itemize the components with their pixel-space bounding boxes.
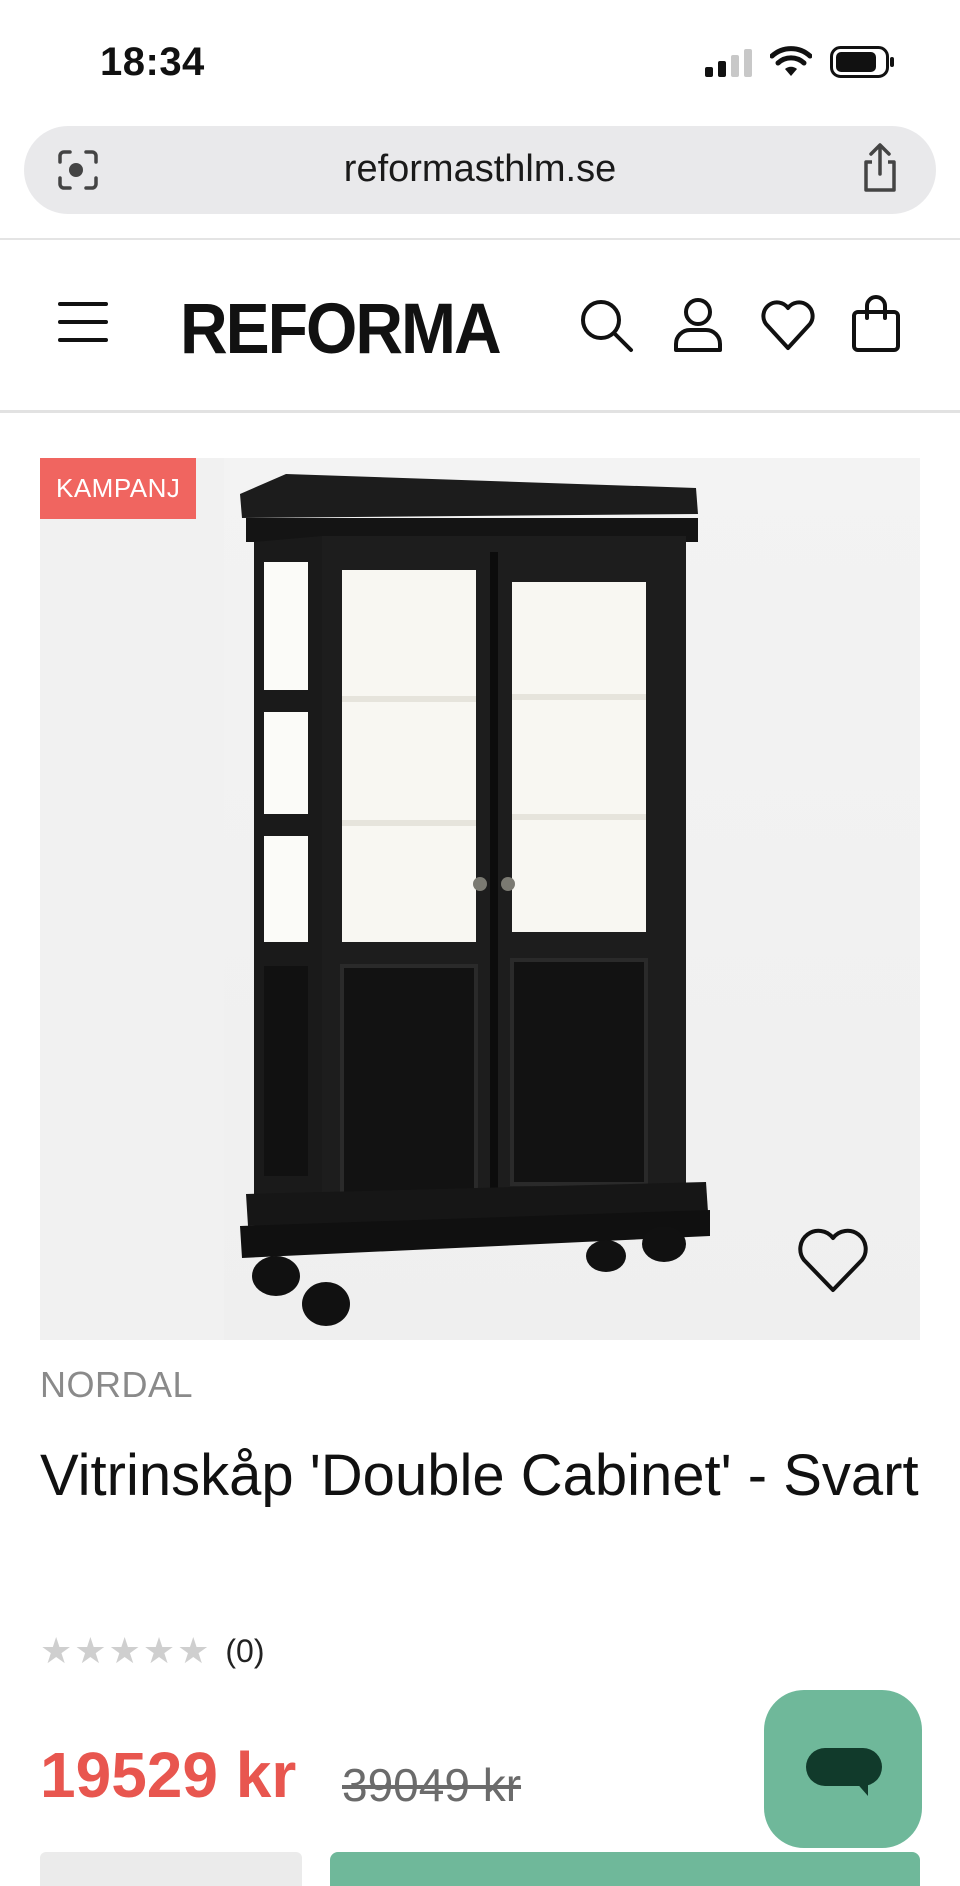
product-rating[interactable]: ★★★★★ (0) [40,1630,264,1672]
product-title: Vitrinskåp 'Double Cabinet' - Svart [40,1443,919,1508]
rating-count: (0) [225,1632,265,1669]
url-text[interactable]: reformasthlm.se [24,148,936,191]
divider [0,410,960,413]
product-brand[interactable]: NORDAL [40,1364,193,1406]
add-to-wishlist-heart-icon[interactable] [796,1228,870,1294]
sale-price: 19529 kr [40,1739,297,1811]
quantity-stepper[interactable] [40,1852,302,1886]
account-icon[interactable] [668,292,728,356]
wifi-icon [770,46,812,76]
battery-icon [830,46,894,78]
signal-icon [705,47,752,77]
chat-bubble-icon [806,1748,882,1786]
rating-stars: ★★★★★ [40,1630,212,1671]
status-time: 18:34 [100,40,205,84]
original-price: 39049 kr [342,1759,522,1811]
hamburger-menu-icon[interactable] [58,302,108,344]
wishlist-heart-icon[interactable] [758,292,818,356]
address-bar[interactable]: reformasthlm.se [24,126,936,214]
search-icon[interactable] [576,292,636,356]
add-to-cart-button[interactable] [330,1852,920,1886]
sale-badge: KAMPANJ [40,458,197,519]
shopping-bag-icon[interactable] [846,292,906,356]
cabinet-illustration [240,474,710,1326]
status-bar: 18:34 [0,0,960,120]
status-icons [705,46,896,78]
product-image[interactable]: KAMPANJ [40,458,920,1340]
chat-button[interactable] [764,1690,922,1848]
share-icon[interactable] [856,142,904,194]
site-header: REFORMA [0,240,960,412]
site-logo[interactable]: REFORMA [180,287,502,369]
